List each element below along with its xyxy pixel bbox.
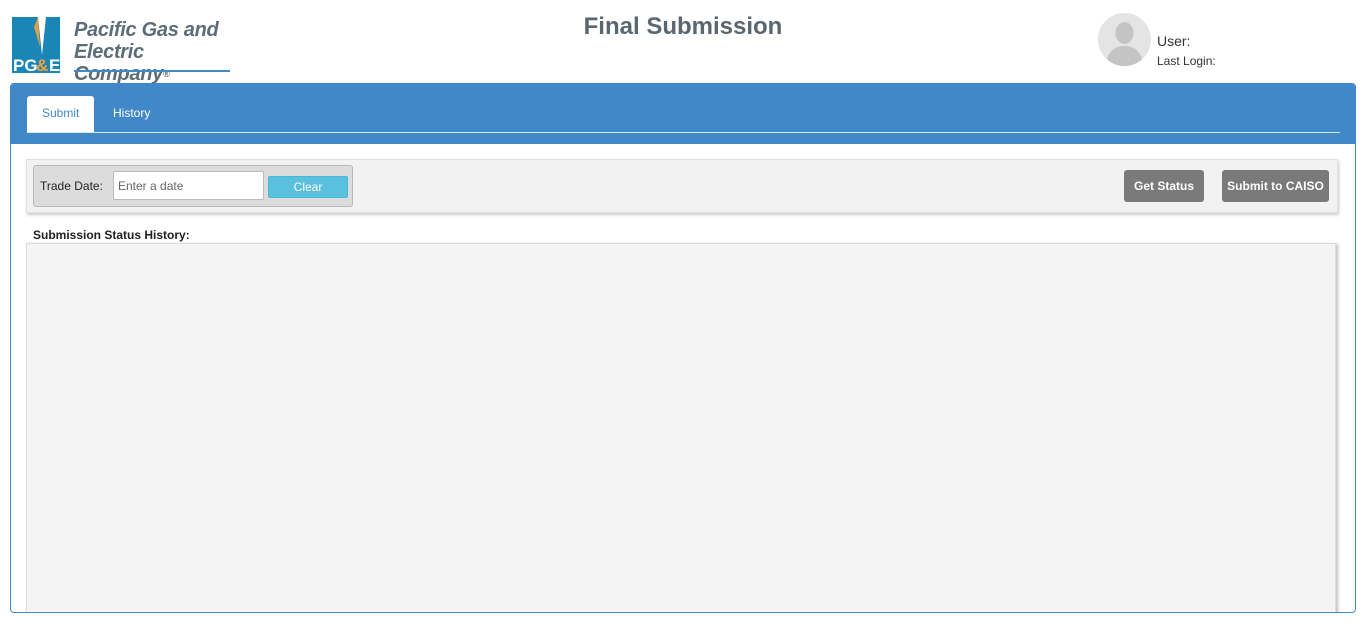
trade-date-input[interactable] xyxy=(113,171,264,200)
tab-history[interactable]: History xyxy=(98,96,165,133)
app-header: PG & E Pacific Gas and Electric Company®… xyxy=(0,0,1366,85)
company-name-line2: Electric Company xyxy=(74,41,164,85)
get-status-button[interactable]: Get Status xyxy=(1124,170,1204,202)
tab-divider xyxy=(27,132,1340,133)
panel-header: Submit History xyxy=(11,84,1355,144)
main-panel: Submit History Trade Date: Clear Get Sta… xyxy=(10,83,1356,613)
trade-date-label: Trade Date: xyxy=(40,179,103,193)
svg-text:E: E xyxy=(49,56,60,73)
user-avatar[interactable] xyxy=(1098,13,1151,66)
submission-status-history-list[interactable] xyxy=(26,243,1336,612)
clear-button[interactable]: Clear xyxy=(268,176,348,198)
last-login-label: Last Login: xyxy=(1157,54,1216,68)
logo-underline xyxy=(74,70,230,72)
svg-text:&: & xyxy=(36,56,48,73)
submit-toolbar: Trade Date: Clear Get Status Submit to C… xyxy=(26,159,1338,213)
submit-to-caiso-button[interactable]: Submit to CAISO xyxy=(1222,170,1329,202)
user-label: User: xyxy=(1157,33,1191,49)
tab-submit[interactable]: Submit xyxy=(27,96,95,133)
trade-date-group: Trade Date: Clear xyxy=(33,165,353,207)
submission-status-history-label: Submission Status History: xyxy=(33,228,190,242)
svg-text:PG: PG xyxy=(13,56,38,73)
user-silhouette-icon xyxy=(1098,13,1151,66)
